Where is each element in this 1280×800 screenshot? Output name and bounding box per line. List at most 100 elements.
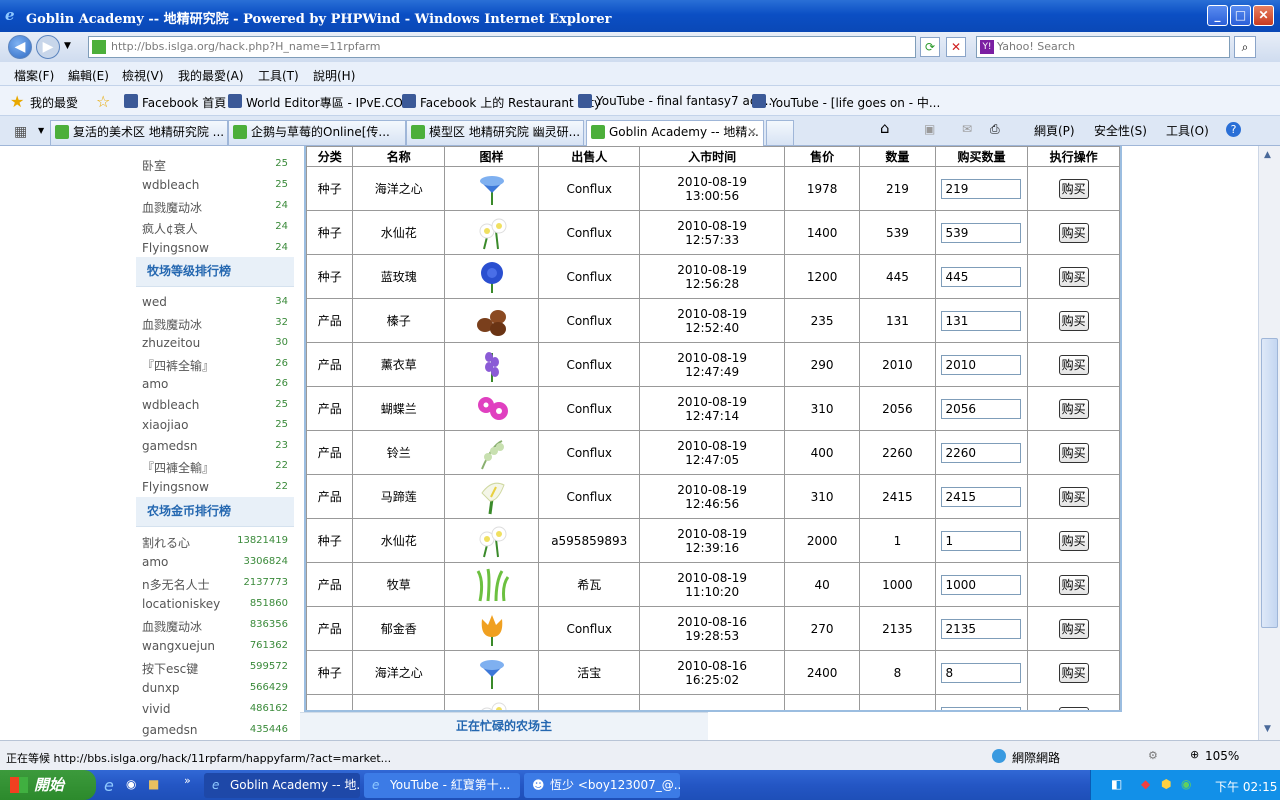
home-icon[interactable]: ⌂ [880,119,890,137]
sidebar-row[interactable]: wed 34 [136,292,294,313]
buy-quantity-input[interactable] [941,178,1022,199]
quicklaunch-icon[interactable]: ◉ [126,777,136,791]
menu-file[interactable]: 檔案(F) [14,67,54,84]
scroll-thumb[interactable] [1261,338,1278,628]
buy-quantity-input[interactable] [941,618,1022,639]
sidebar-user-name[interactable]: zhuzeitou [142,336,200,350]
new-tab-button[interactable] [766,120,794,145]
sidebar-user-name[interactable]: amo [142,377,168,391]
buy-quantity-input[interactable] [941,222,1022,243]
sidebar-row[interactable]: Flyingsnow 24 [136,238,294,259]
close-button[interactable]: ✕ [1253,5,1274,26]
menu-tools[interactable]: 工具(T) [258,67,299,84]
buy-quantity-input[interactable] [941,442,1022,463]
fav-world-editor[interactable]: World Editor專區 - IPvE.CO... [228,94,414,111]
minimize-button[interactable]: _ [1207,5,1228,26]
sidebar-user-name[interactable]: Flyingsnow [142,241,209,255]
vertical-scrollbar[interactable]: ▲ ▼ [1258,146,1280,740]
sidebar-user-name[interactable]: dunxp [142,681,180,695]
sidebar-user-name[interactable]: locationiskey [142,597,220,611]
tab-close-icon[interactable]: ✕ [747,121,757,144]
sidebar-row[interactable]: wangxuejun 761362 [136,636,294,657]
sidebar-row[interactable]: 血戮魔动冰 32 [136,313,294,334]
sidebar-user-name[interactable]: amo [142,555,168,569]
sidebar-row[interactable]: xiaojiao 25 [136,415,294,436]
sidebar-user-name[interactable]: 按下esc键 [142,660,198,677]
sidebar-user-name[interactable]: 血戮魔动冰 [142,316,202,333]
tab-list-dropdown-icon[interactable]: ▼ [38,126,44,135]
tray-icon[interactable]: ◆ [1141,777,1150,791]
sidebar-user-name[interactable]: n多无名人士 [142,576,210,593]
fav-restaurant-city[interactable]: Facebook 上的 Restaurant City [402,94,601,111]
buy-button[interactable]: 购买 [1058,178,1089,199]
buy-button[interactable]: 购买 [1058,530,1089,551]
sidebar-row[interactable]: amo 3306824 [136,552,294,573]
history-dropdown-icon[interactable]: ▼ [64,41,71,51]
back-button[interactable]: ◀ [8,35,32,59]
sidebar-user-name[interactable]: wdbleach [142,178,199,192]
tab-art[interactable]: 复活的美术区 地精研究院 ... [50,120,228,145]
buy-button[interactable]: 购买 [1058,486,1089,507]
buy-button[interactable]: 购买 [1058,618,1089,639]
sidebar-row[interactable]: 血戮魔动冰 836356 [136,615,294,636]
maximize-button[interactable]: □ [1230,5,1251,26]
fav-youtube-ff7[interactable]: YouTube - final fantasy7 ac-... [578,94,772,108]
sidebar-user-name[interactable]: wangxuejun [142,639,215,653]
zoom-icon[interactable]: ⊕ [1190,748,1199,761]
buy-button[interactable]: 购买 [1058,706,1089,710]
sidebar-user-name[interactable]: 血戮魔动冰 [142,618,202,635]
stop-button[interactable]: ✕ [946,37,966,57]
buy-button[interactable]: 购买 [1058,662,1089,683]
search-input[interactable]: Y! Yahoo! Search [976,36,1230,58]
buy-quantity-input[interactable] [941,486,1022,507]
quicklaunch-expand-icon[interactable]: » [184,774,191,787]
tools-menu[interactable]: 工具(O) [1166,122,1209,139]
sidebar-row[interactable]: 卧室 25 [136,154,294,175]
sidebar-row[interactable]: n多无名人士 2137773 [136,573,294,594]
menu-edit[interactable]: 編輯(E) [68,67,109,84]
quicklaunch-icon[interactable]: ■ [148,777,159,791]
start-button[interactable]: 開始 [0,770,96,800]
zoom-level[interactable]: 105% [1205,749,1239,763]
sidebar-row[interactable]: 『四裤全输』 26 [136,354,294,375]
sidebar-user-name[interactable]: wed [142,295,167,309]
sidebar-user-name[interactable]: Flyingsnow [142,480,209,494]
sidebar-user-name[interactable]: gamedsn [142,439,198,453]
sidebar-row[interactable]: 疯人¢衰人 24 [136,217,294,238]
sidebar-user-name[interactable]: xiaojiao [142,418,189,432]
sidebar-row[interactable]: 『四褲全輸』 22 [136,456,294,477]
fav-youtube-life[interactable]: YouTube - [life goes on - 中... [752,94,940,111]
sidebar-user-name[interactable]: 割れる心 [142,534,190,551]
mail-icon[interactable]: ✉ [962,122,972,136]
address-input[interactable]: http://bbs.islga.org/hack.php?H_name=11r… [88,36,916,58]
buy-button[interactable]: 购买 [1058,266,1089,287]
buy-quantity-input[interactable] [941,310,1022,331]
menu-help[interactable]: 說明(H) [313,67,355,84]
sidebar-row[interactable]: wdbleach 25 [136,395,294,416]
sidebar-user-name[interactable]: vivid [142,702,171,716]
tray-icon[interactable]: ◉ [1181,777,1191,791]
buy-button[interactable]: 购买 [1058,442,1089,463]
search-button[interactable]: ⌕ [1234,36,1256,58]
sidebar-user-name[interactable]: 卧室 [142,157,166,174]
buy-button[interactable]: 购买 [1058,222,1089,243]
menu-favorites[interactable]: 我的最愛(A) [178,67,244,84]
buy-quantity-input[interactable] [941,574,1022,595]
tray-icon[interactable]: ⬢ [1161,777,1171,791]
protected-mode-icon[interactable]: ⚙ [1148,749,1158,762]
sidebar-row[interactable]: gamedsn 435446 [136,720,294,740]
sidebar-row[interactable]: 血戮魔动冰 24 [136,196,294,217]
sidebar-user-name[interactable]: 『四褲全輸』 [142,459,214,476]
sidebar-row[interactable]: 割れる心 13821419 [136,531,294,552]
help-icon[interactable]: ? [1226,122,1241,137]
forward-button[interactable]: ▶ [36,35,60,59]
sidebar-user-name[interactable]: 血戮魔动冰 [142,199,202,216]
quick-tabs-icon[interactable]: ▦ [14,124,27,140]
task-chat[interactable]: ☻ 恆少 <boy123007_@... [524,773,680,798]
buy-quantity-input[interactable] [941,398,1022,419]
fav-facebook[interactable]: Facebook 首頁 [124,94,226,111]
sidebar-row[interactable]: dunxp 566429 [136,678,294,699]
sidebar-row[interactable]: vivid 486162 [136,699,294,720]
buy-quantity-input[interactable] [941,662,1022,683]
sidebar-row[interactable]: wdbleach 25 [136,175,294,196]
